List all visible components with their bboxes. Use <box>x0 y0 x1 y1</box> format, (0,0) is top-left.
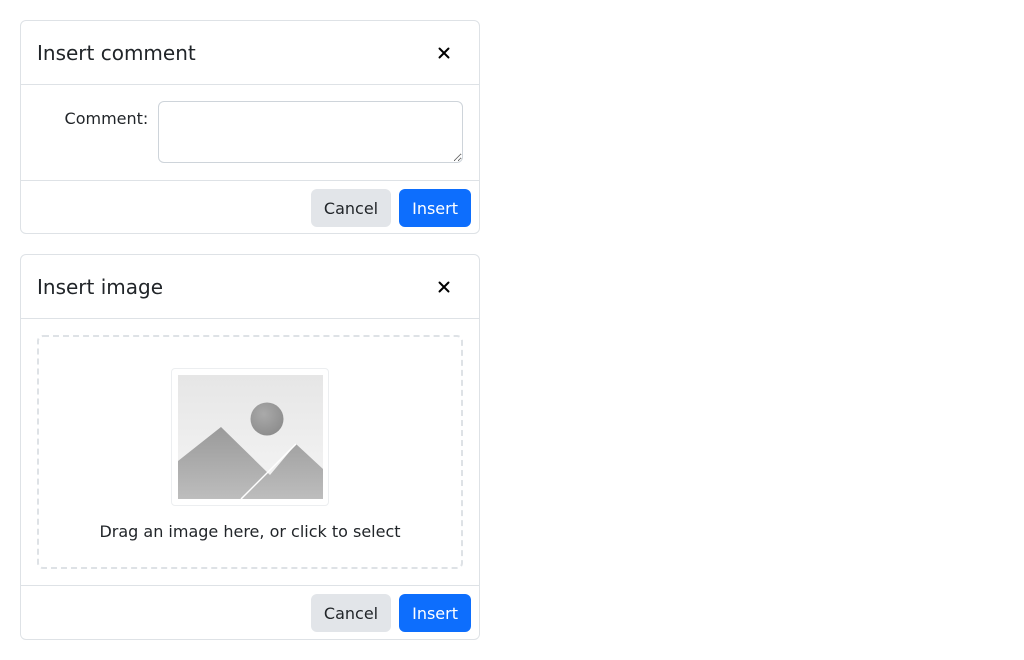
comment-dialog-footer: Cancel Insert <box>21 180 479 235</box>
image-dialog-header: Insert image <box>21 255 479 319</box>
image-cancel-button[interactable]: Cancel <box>310 594 392 632</box>
image-dialog-close-button[interactable] <box>428 271 460 303</box>
comment-dialog-close-button[interactable] <box>428 37 460 69</box>
comment-cancel-button[interactable]: Cancel <box>310 189 392 227</box>
comment-dialog-title: Insert comment <box>37 40 196 65</box>
image-dropzone[interactable]: Drag an image here, or click to select <box>37 335 463 569</box>
comment-insert-button[interactable]: Insert <box>399 189 471 227</box>
comment-textarea[interactable] <box>158 101 463 163</box>
comment-dialog-header: Insert comment <box>21 21 479 85</box>
comment-label: Comment: <box>64 109 149 128</box>
insert-image-dialog: Insert image Drag an image here, or clic… <box>20 254 480 640</box>
image-dialog-title: Insert image <box>37 274 164 299</box>
dropzone-instructions: Drag an image here, or click to select <box>99 522 401 541</box>
comment-dialog-body: Comment: <box>21 85 479 180</box>
image-placeholder-icon <box>178 375 323 499</box>
image-dialog-footer: Cancel Insert <box>21 585 479 640</box>
image-placeholder-frame <box>171 368 329 506</box>
image-dialog-body: Drag an image here, or click to select <box>21 319 479 585</box>
insert-comment-dialog: Insert comment Comment: Cancel Insert <box>20 20 480 234</box>
close-icon <box>438 281 450 292</box>
image-insert-button[interactable]: Insert <box>399 594 471 632</box>
close-icon <box>438 47 450 58</box>
